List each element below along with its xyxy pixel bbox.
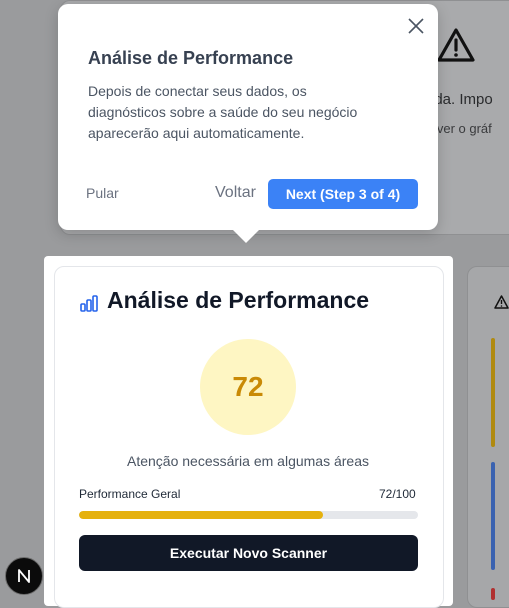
score-value: 72	[232, 371, 264, 402]
tooltip-body: Depois de conectar seus dados, os diagnó…	[88, 83, 358, 141]
bar-chart-icon	[80, 295, 98, 312]
app-badge[interactable]	[5, 557, 43, 595]
metric-label: Performance Geral	[79, 487, 181, 501]
side-card	[467, 266, 509, 608]
back-button[interactable]: Voltar	[215, 184, 256, 202]
progress-fill	[79, 511, 324, 519]
next-button[interactable]: Next (Step 3 of 4)	[268, 179, 418, 209]
card-title: Análise de Performance	[107, 287, 370, 313]
side-card-accent-bar	[491, 588, 495, 600]
tooltip-title: Análise de Performance	[88, 48, 294, 68]
warning-icon	[494, 295, 509, 309]
close-icon[interactable]	[407, 17, 425, 35]
progress-bar	[79, 511, 418, 519]
side-card-accent-bar	[491, 462, 495, 570]
score-circle: 72	[200, 339, 296, 435]
skip-button[interactable]: Pular	[86, 185, 119, 201]
metric-value: 72/100	[379, 487, 416, 501]
warning-icon	[437, 28, 475, 62]
run-scanner-button[interactable]: Executar Novo Scanner	[79, 535, 418, 571]
side-card-accent-bar	[491, 338, 495, 447]
status-text: Atenção necessária em algumas áreas	[126, 453, 370, 469]
tooltip-arrow	[232, 229, 260, 243]
n-logo-icon	[18, 569, 30, 583]
